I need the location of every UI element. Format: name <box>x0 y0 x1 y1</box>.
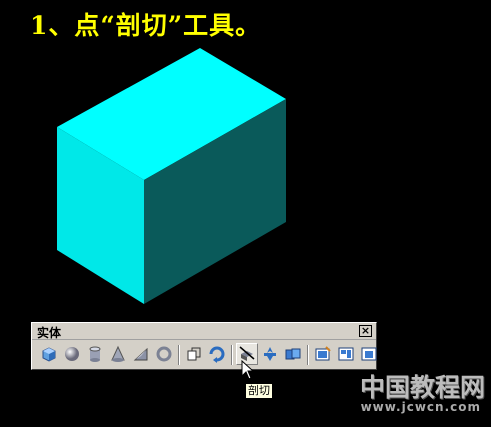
toolbar-titlebar[interactable]: 实体 × <box>32 323 376 340</box>
toolbar-close-button[interactable]: × <box>359 325 372 337</box>
extrude-icon <box>187 347 201 361</box>
sphere-icon <box>65 347 79 361</box>
wedge-icon <box>133 347 148 361</box>
tooltip: 剖切 <box>245 383 273 399</box>
mouse-cursor-icon <box>241 360 255 380</box>
watermark-logo: 中国教程网 <box>359 373 485 402</box>
setup-profile-tool-button[interactable] <box>358 343 380 365</box>
cone-tool-button[interactable] <box>107 343 129 365</box>
section-tool-button[interactable] <box>259 343 281 365</box>
setup-drawing-icon <box>315 346 331 361</box>
sphere-tool-button[interactable] <box>61 343 83 365</box>
toolbar-separator <box>307 345 309 365</box>
cylinder-tool-button[interactable] <box>84 343 106 365</box>
setup-drawing-tool-button[interactable] <box>312 343 334 365</box>
toolbar-separator <box>231 345 233 365</box>
setup-view-tool-button[interactable] <box>335 343 357 365</box>
setup-view-icon <box>338 347 354 361</box>
box-icon <box>42 347 56 362</box>
wedge-tool-button[interactable] <box>130 343 152 365</box>
solids-toolbar[interactable]: 实体 × <box>31 322 377 370</box>
torus-icon <box>156 346 172 362</box>
cylinder-icon <box>89 346 101 362</box>
watermark-url: www.jcwcn.com <box>360 400 481 414</box>
revolve-icon <box>209 346 225 363</box>
toolbar-separator <box>178 345 180 365</box>
setup-profile-icon <box>361 347 377 361</box>
interference-icon <box>285 348 301 360</box>
section-icon <box>264 347 276 361</box>
revolve-tool-button[interactable] <box>206 343 228 365</box>
extrude-tool-button[interactable] <box>183 343 205 365</box>
interference-tool-button[interactable] <box>282 343 304 365</box>
torus-tool-button[interactable] <box>153 343 175 365</box>
box-tool-button[interactable] <box>38 343 60 365</box>
cone-icon <box>111 345 125 362</box>
toolbar-title: 实体 <box>37 326 62 340</box>
